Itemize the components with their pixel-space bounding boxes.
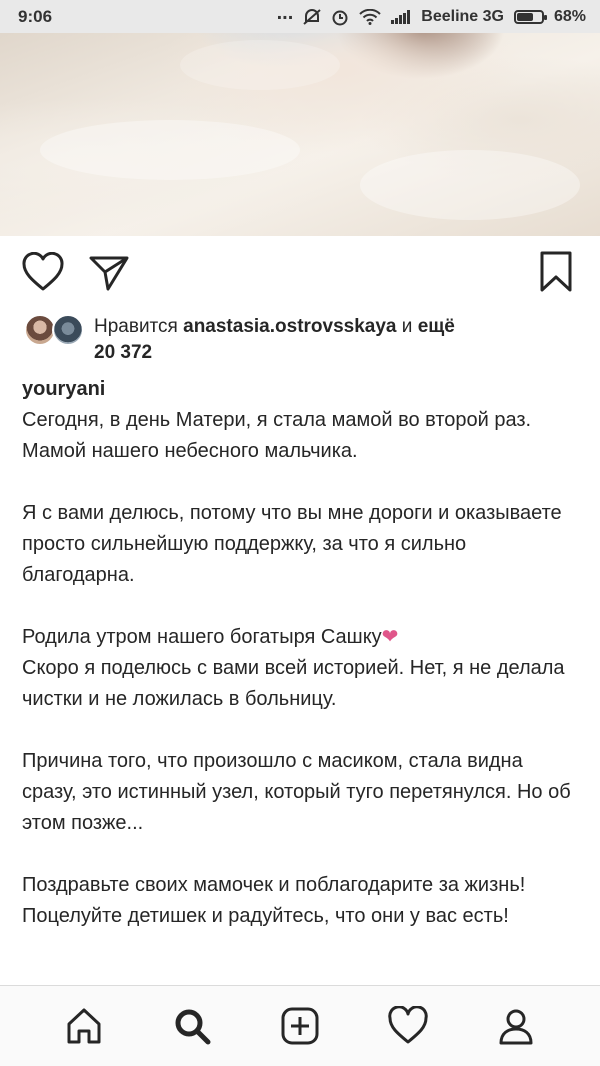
battery-icon xyxy=(513,9,547,24)
photo-fold xyxy=(360,150,580,220)
heart-emoji: ❤ xyxy=(381,626,399,648)
likes-count[interactable]: 20 372 xyxy=(94,342,152,363)
mute-icon xyxy=(303,8,321,25)
likes-more[interactable]: ещё xyxy=(418,316,455,337)
activity-heart-icon[interactable] xyxy=(383,1001,433,1051)
status-bar: 9:06 ... Beeline 3G 68% xyxy=(0,0,600,33)
wifi-icon xyxy=(359,8,381,25)
post-photo[interactable] xyxy=(0,0,600,236)
photo-fold xyxy=(180,40,340,90)
search-icon[interactable] xyxy=(167,1001,217,1051)
liker-username[interactable]: anastasia.ostrovsskaya xyxy=(183,316,396,337)
heart-outline-icon[interactable] xyxy=(22,252,64,292)
caption-paragraph: Сегодня, в день Матери, я стала мамой во… xyxy=(22,409,532,462)
home-icon[interactable] xyxy=(59,1001,109,1051)
caption-paragraph: Я с вами делюсь, потому что вы мне дорог… xyxy=(22,502,562,586)
liker-avatars xyxy=(22,314,86,348)
battery-percent: 68% xyxy=(553,7,586,25)
bottom-nav xyxy=(0,985,600,1066)
likes-joiner: и xyxy=(401,316,413,337)
post-actions xyxy=(0,244,600,304)
caption-paragraph: Причина того, что произошло с масиком, с… xyxy=(22,750,571,834)
add-post-icon[interactable] xyxy=(275,1001,325,1051)
profile-icon[interactable] xyxy=(491,1001,541,1051)
likes-row[interactable]: Нравится anastasia.ostrovsskaya и ещё 20… xyxy=(22,312,582,368)
avatar xyxy=(52,314,84,346)
paper-plane-icon[interactable] xyxy=(88,252,130,292)
battery-fill xyxy=(516,12,534,21)
dots-icon: ... xyxy=(276,1,294,24)
likes-prefix: Нравится xyxy=(94,316,178,337)
likes-text: Нравится anastasia.ostrovsskaya и ещё 20… xyxy=(94,314,584,366)
caption-paragraph: Поздравьте своих мамочек и поблагодарите… xyxy=(22,874,526,927)
caption-line: Родила утром нашего богатыря Сашку xyxy=(22,626,382,648)
signal-icon xyxy=(391,9,411,24)
caption-username[interactable]: youryani xyxy=(22,374,582,405)
alarm-icon xyxy=(331,8,349,26)
status-time: 9:06 xyxy=(18,6,53,26)
post-caption: youryani Сегодня, в день Матери, я стала… xyxy=(22,374,582,932)
photo-fold xyxy=(40,120,300,180)
status-right: ... Beeline 3G 68% xyxy=(276,1,586,26)
caption-paragraph: Родила утром нашего богатыря Сашку❤ xyxy=(22,622,582,653)
caption-paragraph: Скоро я поделюсь с вами всей историей. Н… xyxy=(22,657,565,710)
bookmark-icon[interactable] xyxy=(538,250,574,294)
carrier-label: Beeline 3G xyxy=(421,7,504,25)
